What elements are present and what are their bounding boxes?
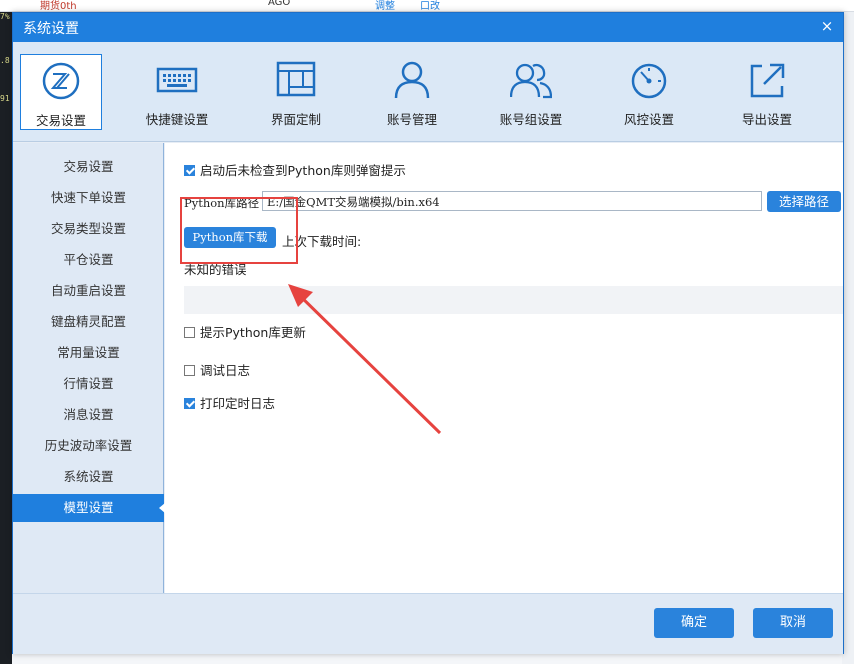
background-top-strip: 期货0th AGO 调整 口改	[0, 0, 854, 12]
sidebar-item-common-quantity[interactable]: 常用量设置	[13, 339, 164, 367]
python-path-input[interactable]: E:/国金QMT交易端模拟/bin.x64	[262, 191, 762, 211]
background-text: 期货0th	[40, 1, 77, 12]
startup-check-option[interactable]: 启动后未检查到Python库则弹窗提示	[184, 160, 406, 178]
tab-label: 快捷键设置	[145, 112, 209, 127]
tab-label: 账号组设置	[499, 112, 563, 127]
background-left-strip: 7% .8 91	[0, 12, 12, 664]
cancel-button[interactable]: 取消	[753, 608, 833, 638]
user-icon	[394, 61, 430, 99]
close-icon[interactable]: ×	[819, 18, 835, 34]
debug-log-label: 调试日志	[200, 363, 251, 378]
sidebar-item-close-position[interactable]: 平仓设置	[13, 246, 164, 274]
print-timed-log-checkbox[interactable]	[184, 398, 195, 409]
export-icon	[750, 63, 785, 98]
prompt-update-checkbox[interactable]	[184, 327, 195, 338]
layout-icon	[276, 61, 316, 97]
user-group-icon	[510, 63, 552, 99]
sidebar-item-trade-settings[interactable]: 交易设置	[13, 153, 164, 181]
sidebar-item-auto-restart[interactable]: 自动重启设置	[13, 277, 164, 305]
dialog-title: 系统设置	[23, 21, 79, 37]
startup-check-label: 启动后未检查到Python库则弹窗提示	[200, 163, 406, 178]
tab-account-management[interactable]: 账号管理	[371, 54, 453, 130]
background-number: 91	[0, 94, 10, 103]
sidebar-item-trade-type[interactable]: 交易类型设置	[13, 215, 164, 243]
sidebar-item-historical-volatility[interactable]: 历史波动率设置	[13, 432, 164, 460]
tab-label: 导出设置	[741, 112, 792, 127]
settings-toolbar: 交易设置 快捷键设置 界面定制 账号管理 账号组设置 风控设置 导出设置	[13, 42, 843, 142]
tab-label: 界面定制	[270, 112, 321, 127]
dialog-titlebar[interactable]: 系统设置 ×	[13, 13, 843, 42]
settings-sidebar: 交易设置 快速下单设置 交易类型设置 平仓设置 自动重启设置 键盘精灵配置 常用…	[13, 143, 165, 593]
tab-risk-settings[interactable]: 风控设置	[608, 54, 690, 130]
tab-trade-settings[interactable]: 交易设置	[20, 54, 102, 130]
gauge-icon	[631, 63, 667, 99]
sidebar-item-system[interactable]: 系统设置	[13, 463, 164, 491]
tab-hotkey-settings[interactable]: 快捷键设置	[136, 54, 218, 130]
sidebar-item-keyboard-wizard[interactable]: 键盘精灵配置	[13, 308, 164, 336]
annotation-arrow-icon	[288, 284, 442, 435]
print-timed-log-label: 打印定时日志	[200, 396, 276, 411]
sidebar-item-market[interactable]: 行情设置	[13, 370, 164, 398]
debug-log-option[interactable]: 调试日志	[184, 360, 250, 378]
tab-account-group-settings[interactable]: 账号组设置	[490, 54, 572, 130]
background-text: 口改	[420, 1, 440, 12]
sidebar-item-model[interactable]: 模型设置	[13, 494, 165, 522]
background-text: 调整	[375, 1, 395, 12]
startup-check-checkbox[interactable]	[184, 165, 195, 176]
dialog-footer: 确定 取消	[13, 593, 843, 654]
select-path-button[interactable]: 选择路径	[767, 191, 841, 212]
tab-label: 风控设置	[623, 112, 674, 127]
debug-log-checkbox[interactable]	[184, 365, 195, 376]
trade-settings-icon	[42, 62, 80, 100]
sidebar-item-quick-order[interactable]: 快速下单设置	[13, 184, 164, 212]
background-number: 7%	[0, 12, 10, 21]
sidebar-item-message[interactable]: 消息设置	[13, 401, 164, 429]
background-number: .8	[0, 56, 10, 65]
keyboard-icon	[156, 67, 198, 93]
tab-label: 交易设置	[35, 113, 86, 128]
print-timed-log-option[interactable]: 打印定时日志	[184, 393, 275, 411]
ok-button[interactable]: 确定	[654, 608, 734, 638]
tab-label: 账号管理	[386, 112, 437, 127]
annotation-highlight-box	[180, 197, 298, 264]
tab-ui-customize[interactable]: 界面定制	[255, 54, 337, 130]
background-text: AGO	[268, 0, 291, 8]
tab-export-settings[interactable]: 导出设置	[726, 54, 808, 130]
